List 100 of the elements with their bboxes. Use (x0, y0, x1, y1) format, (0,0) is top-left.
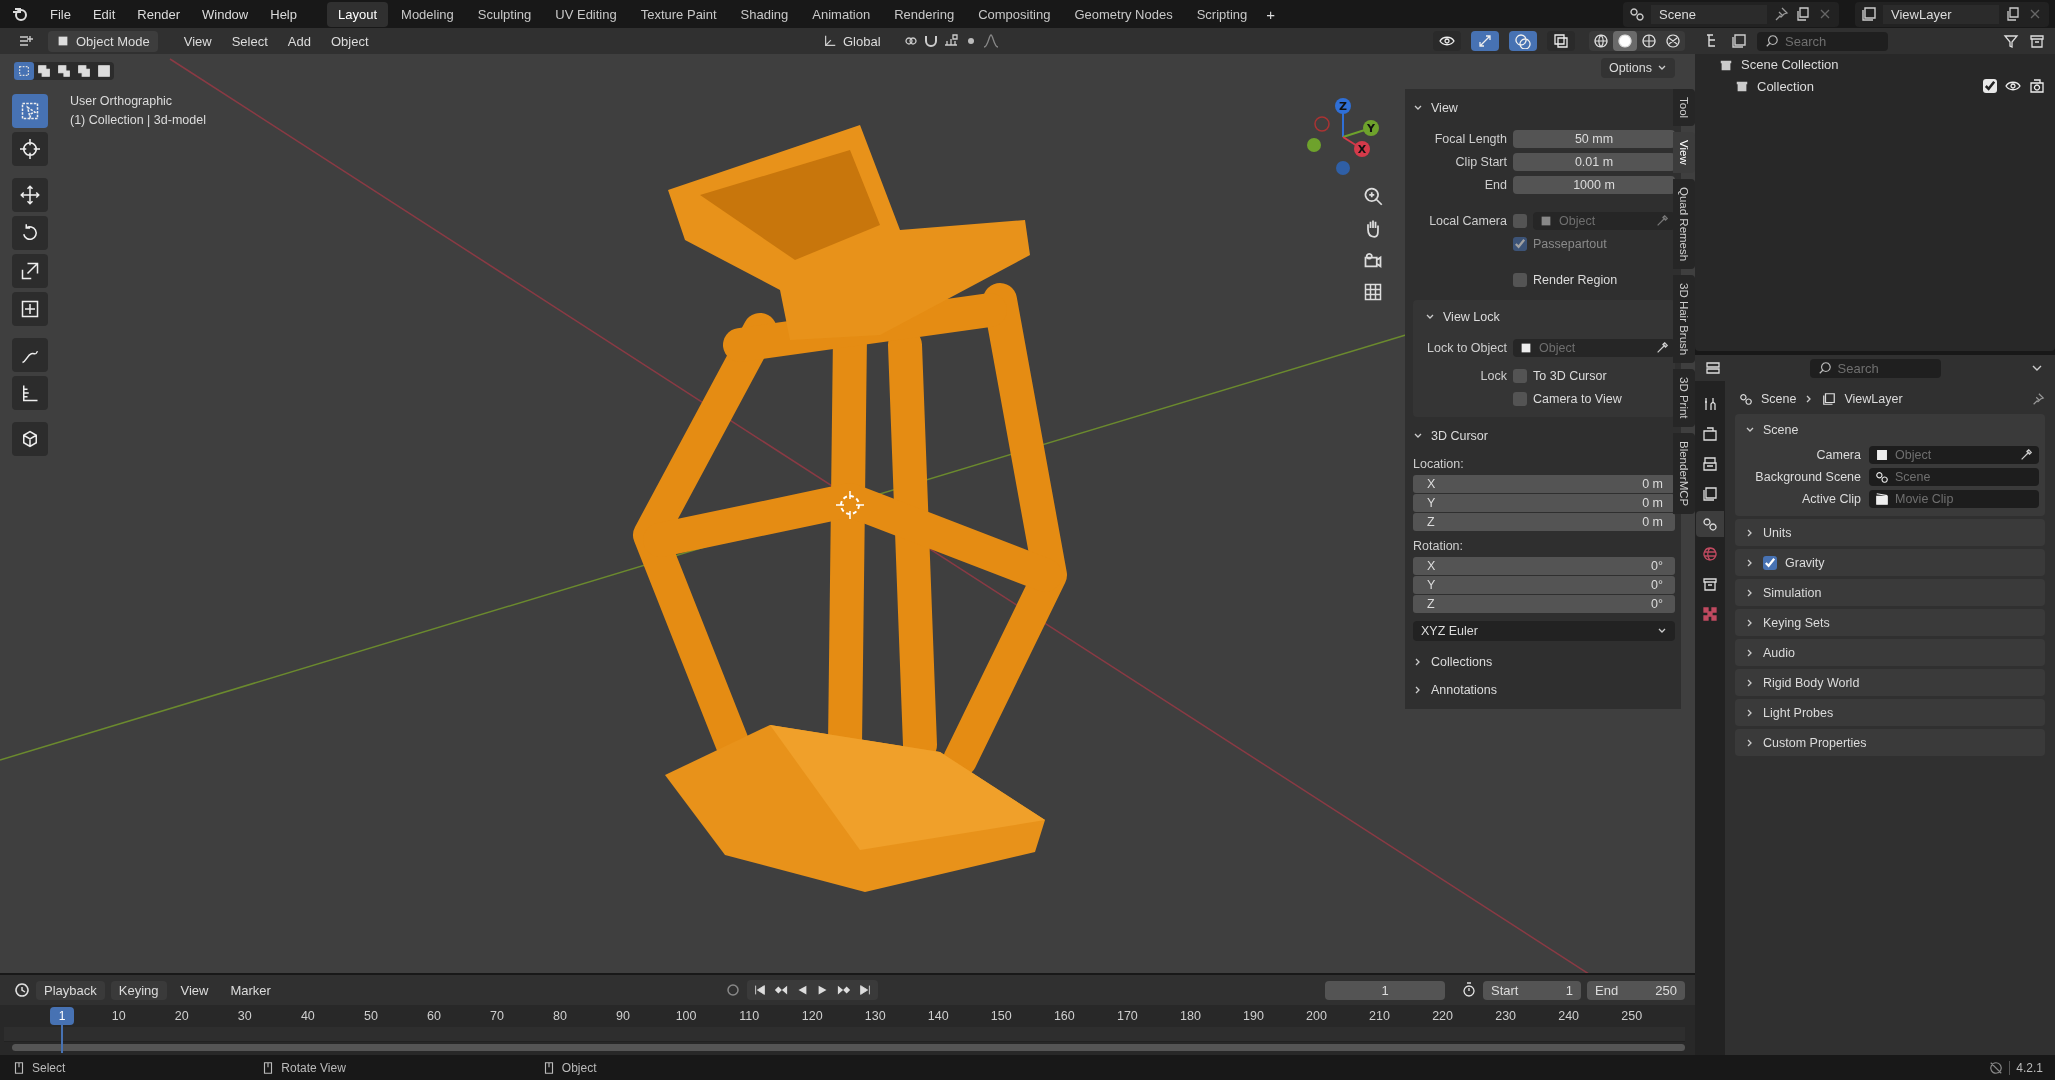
tool-button[interactable] (12, 254, 48, 288)
grid-icon[interactable] (1363, 282, 1383, 302)
tool-button[interactable] (12, 132, 48, 166)
menu-item[interactable]: Playback (36, 980, 105, 1000)
menu-item[interactable]: Edit (84, 6, 124, 22)
workspace-tab[interactable]: UV Editing (544, 1, 628, 27)
magnet-icon[interactable] (922, 33, 939, 49)
falloff-curve-icon[interactable] (982, 33, 999, 49)
properties-tab[interactable] (1696, 511, 1724, 537)
checkbox[interactable] (1513, 392, 1527, 406)
end-frame-field[interactable]: End 250 (1587, 980, 1685, 1000)
options-dropdown[interactable]: Options (1600, 58, 1675, 78)
collapsed-panel[interactable]: Light Probes (1735, 699, 2045, 726)
workspace-tab[interactable]: Geometry Nodes (1063, 1, 1184, 27)
sidebar-tab[interactable]: View (1673, 132, 1695, 173)
overlay-toggle[interactable] (1547, 31, 1575, 51)
record-icon[interactable] (725, 982, 742, 998)
menu-item[interactable]: Keying (110, 980, 167, 1000)
jump-end-icon[interactable] (858, 983, 873, 997)
outliner-item[interactable]: Scene Collection (1695, 54, 2055, 75)
add-workspace-button[interactable]: + (1260, 1, 1281, 27)
image-stack-icon[interactable] (1861, 6, 1877, 22)
workspace-tab[interactable]: Compositing (967, 1, 1062, 27)
workspace-tab[interactable]: Rendering (883, 1, 966, 27)
copy-icon[interactable] (2005, 6, 2021, 22)
menu-item[interactable]: View (172, 980, 217, 1000)
camera-icon[interactable] (1363, 250, 1383, 270)
current-frame-field[interactable]: 1 (1325, 980, 1445, 1000)
tool-button[interactable] (12, 216, 48, 250)
clock-icon[interactable] (14, 982, 30, 998)
collapsed-panel[interactable]: Simulation (1735, 579, 2045, 606)
number-field[interactable]: 0.01 m (1513, 153, 1675, 171)
view-layer-field[interactable]: ViewLayer (1883, 4, 1999, 24)
overlay-toggle[interactable] (1509, 31, 1537, 51)
panel-title[interactable]: Annotations (1431, 683, 1498, 697)
workspace-tab[interactable]: Modeling (390, 1, 465, 27)
sidebar-tab[interactable]: BlenderMCP (1673, 432, 1695, 514)
workspace-tab[interactable]: Animation (801, 1, 882, 27)
checkbox[interactable] (1983, 79, 1997, 93)
menu-item[interactable]: Add (279, 33, 319, 49)
eyedropper-icon[interactable] (1655, 341, 1669, 355)
collapsed-panel[interactable]: Keying Sets (1735, 609, 2045, 636)
camera-icon[interactable] (2029, 78, 2045, 94)
tool-button[interactable] (12, 292, 48, 326)
scrollbar[interactable] (12, 1044, 1685, 1051)
scene-field[interactable]: Scene (1651, 4, 1767, 24)
menu-item[interactable]: Help (262, 6, 305, 22)
pin-icon[interactable] (1773, 6, 1789, 22)
number-field[interactable]: Z 0 m (1413, 513, 1675, 531)
workspace-tab[interactable]: Shading (729, 1, 800, 27)
workspace-tab[interactable]: Scripting (1185, 1, 1259, 27)
mode-dropdown[interactable]: Object Mode (48, 30, 158, 52)
scene-icon[interactable] (1629, 6, 1645, 22)
tool-button[interactable] (12, 178, 48, 212)
number-field[interactable]: 1000 m (1513, 176, 1675, 194)
number-field[interactable]: X 0° (1413, 557, 1675, 575)
menu-item[interactable]: File (42, 6, 79, 22)
panel-title[interactable]: View Lock (1443, 310, 1500, 324)
stopwatch-icon[interactable] (1461, 982, 1477, 998)
number-field[interactable]: X 0 m (1413, 475, 1675, 493)
menu-item[interactable]: View (175, 33, 220, 49)
navigation-gizmo[interactable]: Z Y X (1307, 98, 1379, 175)
breadcrumb-item[interactable]: ViewLayer (1844, 392, 1903, 406)
checkbox[interactable] (1763, 555, 1777, 570)
blender-logo-icon[interactable] (12, 6, 28, 22)
overlay-toggle[interactable] (1471, 31, 1499, 51)
tool-button[interactable] (12, 338, 48, 372)
workspace-tab[interactable]: Texture Paint (629, 1, 728, 27)
playhead[interactable]: 1 (50, 1007, 74, 1025)
overlay-toggle[interactable] (1433, 31, 1461, 51)
panel-title[interactable]: Collections (1431, 655, 1493, 669)
menu-item[interactable]: Render (129, 6, 188, 22)
number-field[interactable]: Y 0° (1413, 576, 1675, 594)
menu-item[interactable]: Select (223, 33, 276, 49)
checkbox[interactable] (1513, 214, 1527, 228)
sidebar-tab[interactable]: Quad Remesh (1673, 178, 1695, 269)
sidebar-tab[interactable]: 3D Hair Brush (1673, 275, 1695, 364)
shading-button[interactable] (1613, 31, 1637, 51)
select-mode-button[interactable] (14, 62, 34, 80)
editor-type-icon[interactable] (18, 33, 34, 49)
tool-button[interactable] (12, 422, 48, 456)
toggle-icon[interactable] (1705, 360, 1721, 376)
number-field[interactable]: 50 mm (1513, 130, 1675, 148)
new-collection-icon[interactable] (2029, 33, 2045, 49)
next-keyframe-icon[interactable] (837, 983, 852, 997)
checkbox[interactable] (1513, 273, 1527, 287)
collapsed-panel[interactable]: Rigid Body World (1735, 669, 2045, 696)
collapsed-panel[interactable]: Gravity (1735, 549, 2045, 576)
tool-button[interactable] (12, 376, 48, 410)
eyedropper-icon[interactable] (2019, 448, 2033, 462)
menu-item[interactable]: Marker (222, 980, 279, 1000)
orientation-dropdown[interactable]: Global (814, 30, 889, 52)
menu-item[interactable]: Window (194, 6, 257, 22)
sidebar-tab[interactable]: Tool (1673, 89, 1695, 127)
prev-keyframe-icon[interactable] (774, 983, 789, 997)
zoom-icon[interactable] (1363, 186, 1383, 206)
collapsed-panel[interactable]: Audio (1735, 639, 2045, 666)
pin-icon[interactable] (2031, 392, 2045, 406)
image-stack-icon[interactable] (1731, 33, 1747, 49)
collapsed-panel[interactable]: Custom Properties (1735, 729, 2045, 756)
